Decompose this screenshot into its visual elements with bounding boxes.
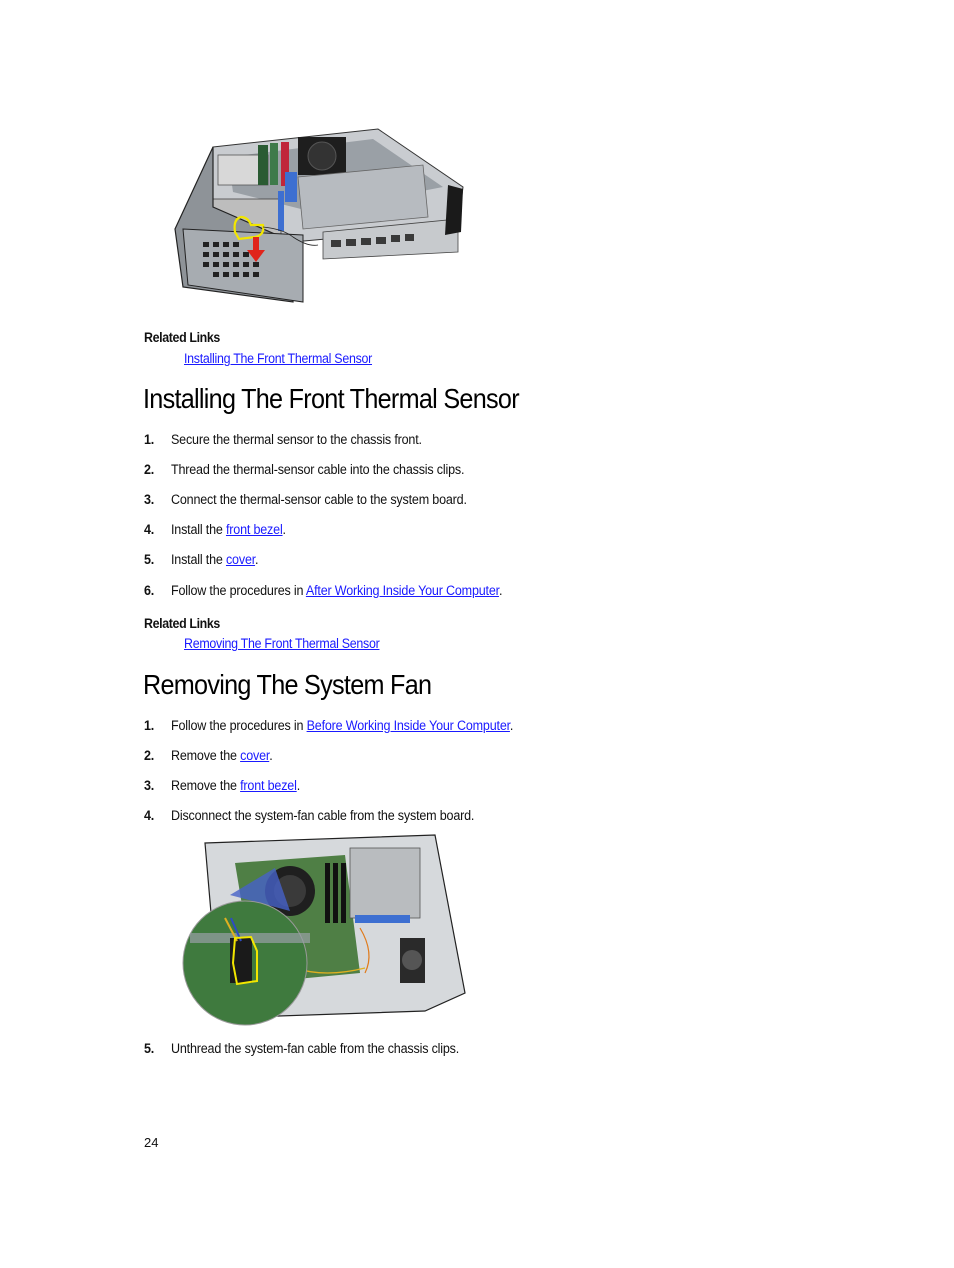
remove-fan-step-3: 3. Remove the front bezel. [144, 778, 300, 793]
install-step-3: 3. Connect the thermal-sensor cable to th… [144, 492, 467, 507]
link-installing-front-thermal-sensor[interactable]: Installing The Front Thermal Sensor [184, 351, 372, 366]
step-number: 2. [144, 748, 155, 763]
chassis-illustration [174, 128, 464, 303]
install-step-2: 2. Thread the thermal-sensor cable into t… [144, 462, 464, 477]
heading-installing-front-thermal-sensor: Installing The Front Thermal Sensor [143, 383, 520, 414]
step-number: 1. [144, 718, 155, 733]
install-step-1: 1. Secure the thermal sensor to the chass… [144, 432, 422, 447]
link-after-working-inside-computer[interactable]: After Working Inside Your Computer [306, 583, 499, 598]
related-links-heading: Related Links [144, 330, 220, 345]
remove-fan-step-4: 4. Disconnect the system-fan cable from t… [144, 808, 474, 823]
system-board-illustration [182, 834, 466, 1026]
step-punctuation: . [269, 748, 273, 763]
step-punctuation: . [282, 522, 286, 537]
step-number: 4. [144, 522, 155, 537]
step-punctuation: . [509, 718, 514, 733]
step-text: Remove the [170, 778, 241, 793]
step-text: Secure the thermal sensor to the chassis… [170, 432, 422, 447]
link-cover[interactable]: cover [240, 748, 269, 763]
step-number: 2. [144, 462, 155, 477]
remove-fan-step-2: 2. Remove the cover. [144, 748, 273, 763]
step-punctuation: . [498, 583, 503, 598]
step-number: 5. [144, 1041, 155, 1056]
step-text: Follow the procedures in [170, 718, 307, 733]
step-number: 5. [144, 552, 155, 567]
remove-fan-step-1: 1. Follow the procedures in Before Workin… [144, 718, 513, 733]
step-punctuation: . [255, 552, 259, 567]
step-text: Unthread the system-fan cable from the c… [170, 1041, 460, 1056]
related-links-heading: Related Links [144, 616, 220, 631]
step-text: Follow the procedures in [170, 583, 306, 598]
step-number: 6. [144, 583, 155, 598]
step-text: Install the [170, 522, 226, 537]
step-number: 4. [144, 808, 155, 823]
heading-removing-system-fan: Removing The System Fan [143, 669, 432, 700]
link-before-working-inside-computer[interactable]: Before Working Inside Your Computer [307, 718, 511, 733]
link-cover[interactable]: cover [226, 552, 255, 567]
step-text: Connect the thermal-sensor cable to the … [170, 492, 467, 507]
step-number: 3. [144, 492, 155, 507]
manual-page: Related Links Installing The Front Therm… [0, 0, 954, 1268]
install-step-6: 6. Follow the procedures in After Working… [144, 583, 502, 598]
step-punctuation: . [296, 778, 301, 793]
step-text: Thread the thermal-sensor cable into the… [170, 462, 465, 477]
page-number: 24 [144, 1135, 159, 1150]
step-text: Install the [170, 552, 226, 567]
link-front-bezel[interactable]: front bezel [226, 522, 283, 537]
install-step-4: 4. Install the front bezel. [144, 522, 286, 537]
remove-fan-step-5: 5. Unthread the system-fan cable from the… [144, 1041, 459, 1056]
step-text: Disconnect the system-fan cable from the… [170, 808, 475, 823]
step-text: Remove the [170, 748, 241, 763]
install-step-5: 5. Install the cover. [144, 552, 259, 567]
step-number: 1. [144, 432, 155, 447]
system-fan-cable-figure [175, 833, 467, 1027]
link-front-bezel[interactable]: front bezel [240, 778, 297, 793]
step-number: 3. [144, 778, 155, 793]
link-removing-front-thermal-sensor[interactable]: Removing The Front Thermal Sensor [184, 636, 380, 651]
thermal-sensor-figure [173, 117, 465, 313]
